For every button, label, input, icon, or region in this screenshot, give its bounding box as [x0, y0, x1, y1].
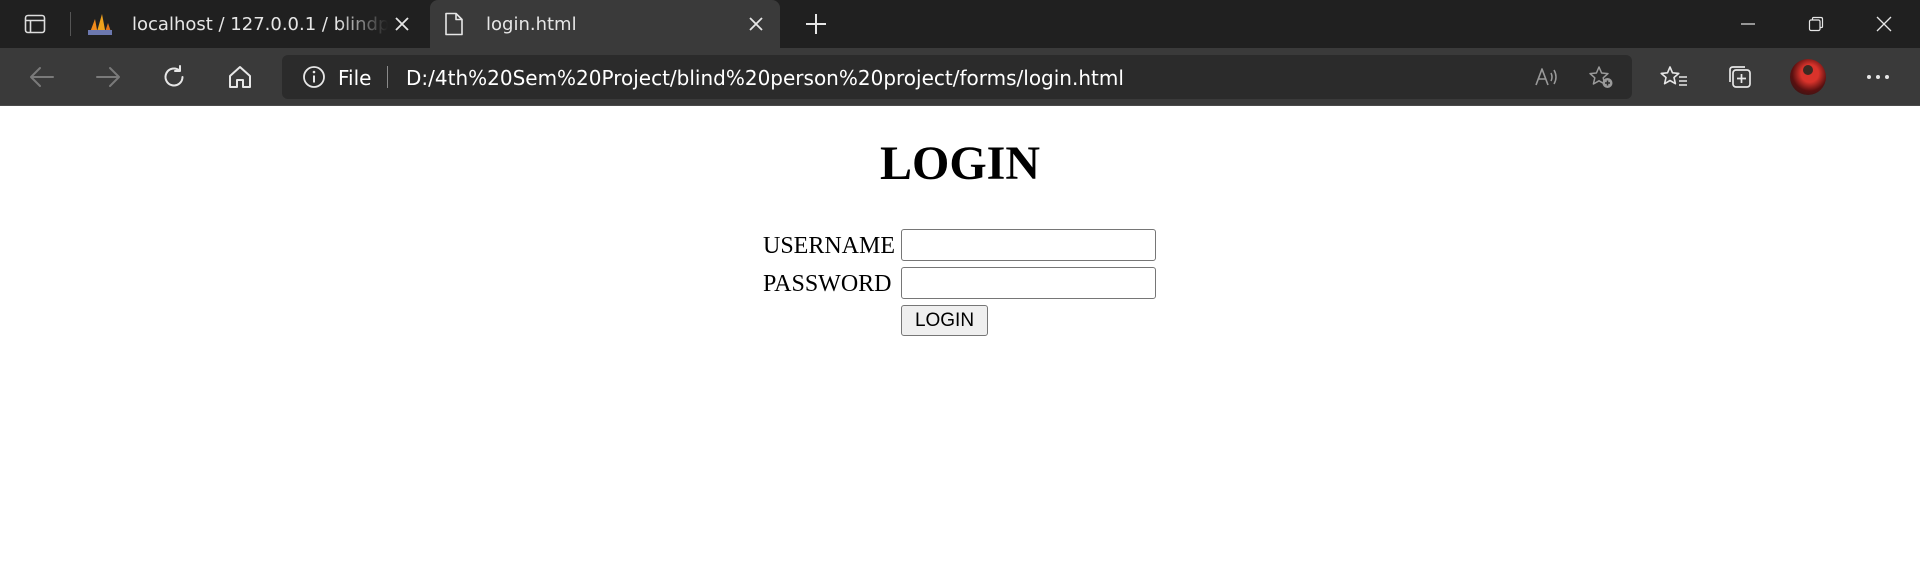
address-divider — [387, 66, 388, 88]
home-icon — [229, 66, 251, 88]
back-button[interactable] — [22, 58, 62, 96]
arrow-left-icon — [30, 67, 54, 87]
phpmyadmin-icon — [86, 10, 114, 38]
read-aloud-icon[interactable] — [1534, 65, 1560, 89]
arrow-right-icon — [96, 67, 120, 87]
close-tab-button[interactable] — [388, 10, 416, 38]
tab-title: localhost / 127.0.0.1 / blindperson — [132, 13, 388, 35]
settings-and-more-button[interactable] — [1858, 58, 1898, 96]
favorites-button[interactable] — [1654, 58, 1694, 96]
avatar — [1790, 59, 1826, 95]
tab-phpmyadmin[interactable]: localhost / 127.0.0.1 / blindperson — [76, 0, 426, 48]
url-text[interactable]: D:/4th%20Sem%20Project/blind%20person%20… — [406, 66, 1124, 90]
profile-button[interactable] — [1788, 58, 1828, 96]
tab-actions-menu-button[interactable] — [14, 8, 56, 40]
refresh-button[interactable] — [154, 58, 194, 96]
address-bar[interactable]: File D:/4th%20Sem%20Project/blind%20pers… — [282, 55, 1632, 99]
page-title: LOGIN — [879, 137, 1041, 190]
forward-button[interactable] — [88, 58, 128, 96]
close-window-button[interactable] — [1850, 0, 1918, 48]
close-icon — [1876, 16, 1892, 32]
new-tab-button[interactable] — [800, 8, 832, 40]
more-horizontal-icon — [1867, 75, 1889, 79]
password-input[interactable] — [901, 267, 1156, 299]
add-favorite-icon[interactable] — [1588, 65, 1614, 89]
close-icon — [395, 17, 409, 31]
username-input[interactable] — [901, 229, 1156, 261]
page-icon — [440, 10, 468, 38]
navigation-toolbar: File D:/4th%20Sem%20Project/blind%20pers… — [0, 48, 1920, 106]
tab-strip-divider — [70, 12, 71, 36]
home-button[interactable] — [220, 58, 260, 96]
plus-icon — [806, 14, 826, 34]
minimize-icon — [1741, 23, 1755, 25]
minimize-button[interactable] — [1714, 0, 1782, 48]
collections-button[interactable] — [1720, 58, 1760, 96]
close-tab-button[interactable] — [742, 10, 770, 38]
username-label: USERNAME — [763, 233, 896, 259]
tab-strip: localhost / 127.0.0.1 / blindperson logi… — [0, 0, 1920, 48]
restore-button[interactable] — [1782, 0, 1850, 48]
close-icon — [749, 17, 763, 31]
refresh-icon — [164, 65, 184, 87]
password-label: PASSWORD — [763, 271, 892, 297]
info-icon[interactable] — [302, 65, 326, 89]
tab-login[interactable]: login.html — [430, 0, 780, 48]
tab-actions-icon — [24, 14, 46, 34]
site-scheme-label[interactable]: File — [338, 66, 371, 90]
tab-title: login.html — [486, 13, 577, 35]
collections-icon — [1729, 66, 1751, 88]
page-content: LOGIN USERNAME PASSWORD LOGIN — [0, 106, 1920, 585]
favorites-icon — [1660, 66, 1687, 86]
restore-icon — [1808, 16, 1824, 32]
login-button[interactable]: LOGIN — [901, 305, 988, 336]
